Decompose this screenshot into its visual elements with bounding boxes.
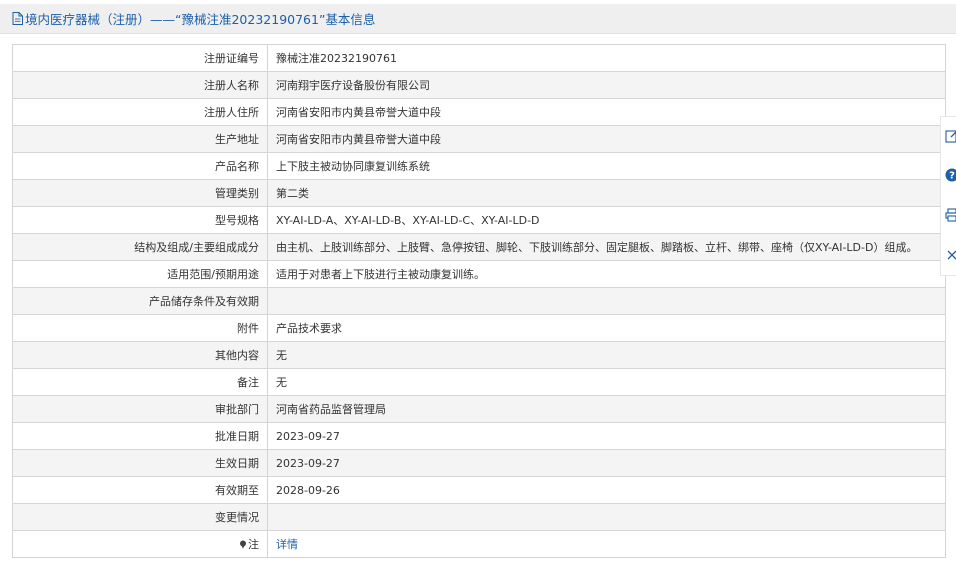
table-row: 注册人住所 河南省安阳市内黄县帝誉大道中段 xyxy=(12,98,946,126)
table-row: 其他内容无 xyxy=(12,341,946,369)
row-value: 由主机、上肢训练部分、上肢臂、急停按钮、脚轮、下肢训练部分、固定腿板、脚踏板、立… xyxy=(267,233,946,261)
row-value: 2028-09-26 xyxy=(267,476,946,504)
table-row: 附件 产品技术要求 xyxy=(12,314,946,342)
row-label: 产品名称 xyxy=(12,152,268,180)
row-value: 河南省安阳市内黄县帝誉大道中段 xyxy=(267,125,946,153)
row-value: 河南省安阳市内黄县帝誉大道中段 xyxy=(267,98,946,126)
details-link[interactable]: 详情 xyxy=(276,538,298,551)
row-value: 第二类 xyxy=(267,179,946,207)
note-label: 注 xyxy=(248,538,259,551)
row-value: 上下肢主被动协同康复训练系统 xyxy=(267,152,946,180)
table-row: 有效期至 2028-09-26 xyxy=(12,476,946,504)
row-value: 豫械注准20232190761 xyxy=(267,44,946,72)
table-row: 适用范围/预期用途 适用于对患者上下肢进行主被动康复训练。 xyxy=(12,260,946,288)
pin-icon xyxy=(240,540,246,549)
table-row: 产品储存条件及有效期 xyxy=(12,287,946,315)
help-icon[interactable]: ? xyxy=(945,168,956,182)
table-row: 结构及组成/主要组成成分 由主机、上肢训练部分、上肢臂、急停按钮、脚轮、下肢训练部… xyxy=(12,233,946,261)
table-row: 注册证编号 豫械注准20232190761 xyxy=(12,44,946,72)
row-label: 有效期至 xyxy=(12,476,268,504)
note-row: 注 详情 xyxy=(12,530,946,558)
row-label: 注册人住所 xyxy=(12,98,268,126)
row-label: 生效日期 xyxy=(12,449,268,477)
row-label: 生产地址 xyxy=(12,125,268,153)
svg-text:?: ? xyxy=(949,171,955,182)
table-row: 生效日期 2023-09-27 xyxy=(12,449,946,477)
row-value: XY-AI-LD-A、XY-AI-LD-B、XY-AI-LD-C、XY-AI-L… xyxy=(267,206,946,234)
table-row: 管理类别 第二类 xyxy=(12,179,946,207)
note-label-cell: 注 xyxy=(12,530,268,558)
row-label: 结构及组成/主要组成成分 xyxy=(12,233,268,261)
close-icon[interactable] xyxy=(945,248,956,262)
row-label: 产品储存条件及有效期 xyxy=(12,287,268,315)
side-toolbar: ? xyxy=(940,116,956,276)
document-icon xyxy=(12,12,23,25)
note-value-cell: 详情 xyxy=(267,530,946,558)
row-value: 2023-09-27 xyxy=(267,422,946,450)
row-value: 2023-09-27 xyxy=(267,449,946,477)
row-label: 适用范围/预期用途 xyxy=(12,260,268,288)
table-row: 批准日期 2023-09-27 xyxy=(12,422,946,450)
row-label: 批准日期 xyxy=(12,422,268,450)
row-label: 变更情况 xyxy=(12,503,268,531)
row-label: 附件 xyxy=(12,314,268,342)
row-label: 注册证编号 xyxy=(12,44,268,72)
row-label: 审批部门 xyxy=(12,395,268,423)
row-value xyxy=(267,287,946,315)
page-title: 境内医疗器械（注册）——“豫械注准20232190761”基本信息 xyxy=(25,12,376,27)
row-value xyxy=(267,503,946,531)
table-row: 备注无 xyxy=(12,368,946,396)
row-label: 备注 xyxy=(12,368,268,396)
row-value: 产品技术要求 xyxy=(267,314,946,342)
print-icon[interactable] xyxy=(945,208,956,222)
row-label: 注册人名称 xyxy=(12,71,268,99)
row-value: 无 xyxy=(267,368,946,396)
edit-icon[interactable] xyxy=(945,129,956,143)
row-value: 河南翔宇医疗设备股份有限公司 xyxy=(267,71,946,99)
row-value: 适用于对患者上下肢进行主被动康复训练。 xyxy=(267,260,946,288)
table-row: 生产地址 河南省安阳市内黄县帝誉大道中段 xyxy=(12,125,946,153)
row-label: 管理类别 xyxy=(12,179,268,207)
row-label: 其他内容 xyxy=(12,341,268,369)
page-header: 境内医疗器械（注册）——“豫械注准20232190761”基本信息 xyxy=(0,4,956,34)
table-row: 产品名称 上下肢主被动协同康复训练系统 xyxy=(12,152,946,180)
row-value: 无 xyxy=(267,341,946,369)
table-row: 注册人名称 河南翔宇医疗设备股份有限公司 xyxy=(12,71,946,99)
table-row: 型号规格 XY-AI-LD-A、XY-AI-LD-B、XY-AI-LD-C、XY-… xyxy=(12,206,946,234)
table-row: 变更情况 xyxy=(12,503,946,531)
table-row: 审批部门 河南省药品监督管理局 xyxy=(12,395,946,423)
row-value: 河南省药品监督管理局 xyxy=(267,395,946,423)
registration-info-table: 注册证编号 豫械注准20232190761 注册人名称 河南翔宇医疗设备股份有限公司… xyxy=(12,44,946,558)
row-label: 型号规格 xyxy=(12,206,268,234)
